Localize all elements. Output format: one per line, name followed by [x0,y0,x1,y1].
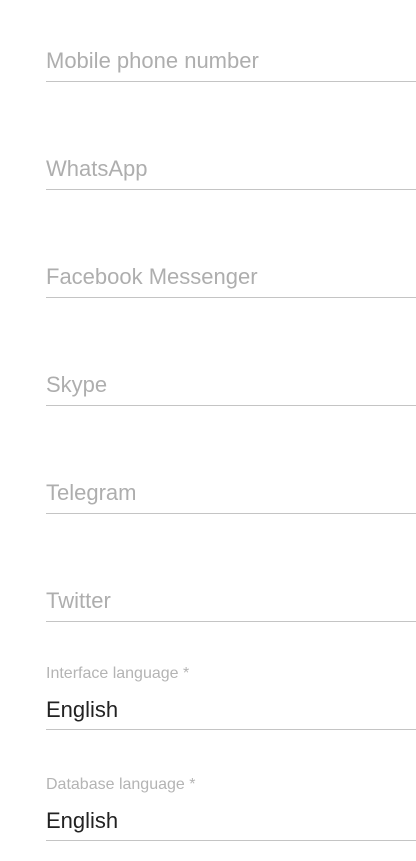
interface-language-label: Interface language * [46,665,190,682]
database-language-select[interactable]: Database language * English [46,761,416,841]
twitter-underline [46,621,416,622]
interface-language-value: English [46,697,119,722]
skype-underline [46,405,416,406]
database-language-underline [46,840,416,841]
telegram-placeholder: Telegram [46,480,137,505]
facebook-messenger-field[interactable]: Facebook Messenger [46,218,416,298]
mobile-phone-placeholder: Mobile phone number [46,48,259,73]
whatsapp-underline [46,189,416,190]
database-language-value: English [46,808,119,833]
telegram-underline [46,513,416,514]
facebook-messenger-underline [46,297,416,298]
telegram-field[interactable]: Telegram [46,434,416,514]
whatsapp-placeholder: WhatsApp [46,156,148,181]
mobile-phone-field[interactable]: Mobile phone number [46,2,416,82]
twitter-field[interactable]: Twitter [46,542,416,622]
interface-language-underline [46,729,416,730]
profile-contact-form: Mobile phone number WhatsApp Facebook Me… [46,0,416,861]
whatsapp-field[interactable]: WhatsApp [46,110,416,190]
skype-placeholder: Skype [46,372,108,397]
skype-field[interactable]: Skype [46,326,416,406]
interface-language-select[interactable]: Interface language * English [46,650,416,730]
mobile-phone-underline [46,81,416,82]
twitter-placeholder: Twitter [46,588,111,613]
database-language-label: Database language * [46,776,196,793]
facebook-messenger-placeholder: Facebook Messenger [46,264,258,289]
